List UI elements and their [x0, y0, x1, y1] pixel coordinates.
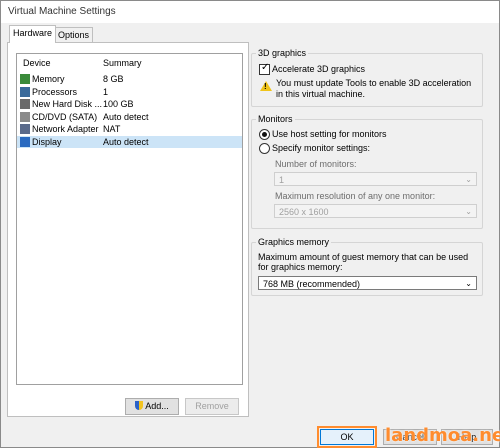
graphics-memory-description: Maximum amount of guest memory that can … — [258, 252, 469, 272]
graphics-memory-title: Graphics memory — [256, 237, 332, 247]
max-resolution-select[interactable]: 2560 x 1600 ⌄ — [274, 204, 477, 218]
graphics-memory-select[interactable]: 768 MB (recommended) ⌄ — [258, 276, 477, 290]
hard-disk-icon — [20, 99, 30, 109]
monitors-title: Monitors — [256, 114, 295, 124]
vm-settings-window: Virtual Machine Settings Hardware Option… — [0, 0, 500, 448]
device-summary: 1 — [103, 86, 109, 97]
warning-mark: ! — [264, 82, 267, 91]
chevron-down-icon: ⌄ — [465, 279, 472, 288]
processor-icon — [20, 86, 30, 97]
specify-settings-label: Specify monitor settings: — [272, 143, 371, 153]
graphics-3d-group: 3D graphics ✓ Accelerate 3D graphics ! Y… — [251, 48, 483, 107]
device-summary: 8 GB — [103, 74, 124, 84]
device-row[interactable]: Memory 8 GB — [17, 73, 242, 85]
use-host-label: Use host setting for monitors — [272, 129, 387, 139]
device-row[interactable]: CD/DVD (SATA) Auto detect — [17, 111, 242, 123]
monitors-group: Monitors Use host setting for monitors S… — [251, 114, 483, 229]
accelerate-3d-label: Accelerate 3D graphics — [272, 64, 366, 74]
shield-icon — [135, 401, 144, 410]
device-row[interactable]: Display Auto detect — [17, 135, 242, 148]
chevron-down-icon: ⌄ — [465, 175, 472, 184]
device-summary: Auto detect — [103, 136, 149, 147]
device-list[interactable]: Device Summary Memory 8 GB Processors 1 New … — [16, 53, 243, 385]
number-of-monitors-value: 1 — [279, 175, 285, 185]
network-adapter-icon — [20, 124, 30, 134]
check-mark-icon: ✓ — [261, 62, 270, 73]
device-summary: Auto detect — [103, 111, 149, 122]
graphics-3d-title: 3D graphics — [256, 48, 309, 58]
tab-options[interactable]: Options — [54, 27, 94, 42]
display-icon — [20, 136, 30, 147]
memory-icon — [20, 74, 30, 84]
chevron-down-icon: ⌄ — [465, 207, 472, 216]
device-name: Display — [32, 136, 62, 147]
device-name: New Hard Disk ... — [32, 99, 103, 109]
device-summary: 100 GB — [103, 99, 134, 109]
window-title: Virtual Machine Settings — [8, 6, 116, 17]
use-host-radio[interactable] — [259, 129, 270, 140]
cd-dvd-icon — [20, 111, 30, 122]
device-name: Processors — [32, 86, 78, 97]
device-row[interactable]: Network Adapter NAT — [17, 123, 242, 135]
accelerate-3d-checkbox[interactable]: ✓ — [259, 62, 270, 75]
watermark-logo: landmoa.net — [385, 425, 500, 446]
device-list-header: Device Summary — [17, 58, 242, 72]
device-row[interactable]: Processors 1 — [17, 86, 242, 98]
add-device-button[interactable]: Add... — [125, 398, 179, 415]
hardware-panel: Device Summary Memory 8 GB Processors 1 New … — [7, 42, 249, 417]
device-name: CD/DVD (SATA) — [32, 111, 98, 122]
tab-hardware[interactable]: Hardware — [9, 25, 57, 43]
number-of-monitors-label: Number of monitors: — [275, 159, 357, 169]
max-resolution-value: 2560 x 1600 — [279, 207, 329, 217]
max-resolution-label: Maximum resolution of any one monitor: — [275, 191, 436, 201]
title-bar: Virtual Machine Settings — [1, 1, 499, 23]
column-device: Device — [23, 58, 51, 68]
tools-update-warning: You must update Tools to enable 3D accel… — [276, 78, 472, 99]
device-name: Network Adapter — [32, 124, 99, 134]
ok-button[interactable]: OK — [317, 426, 377, 448]
number-of-monitors-select[interactable]: 1 ⌄ — [274, 172, 477, 186]
device-summary: NAT — [103, 124, 121, 134]
graphics-memory-group: Graphics memory Maximum amount of guest … — [251, 237, 483, 296]
graphics-memory-value: 768 MB (recommended) — [263, 279, 361, 289]
device-row[interactable]: New Hard Disk ... 100 GB — [17, 98, 242, 110]
add-button-label: Add... — [145, 401, 169, 411]
radio-selected-dot — [262, 132, 267, 137]
remove-device-button[interactable]: Remove — [185, 398, 239, 415]
device-name: Memory — [32, 74, 65, 84]
column-summary: Summary — [103, 58, 142, 68]
specify-settings-radio[interactable] — [259, 143, 270, 154]
